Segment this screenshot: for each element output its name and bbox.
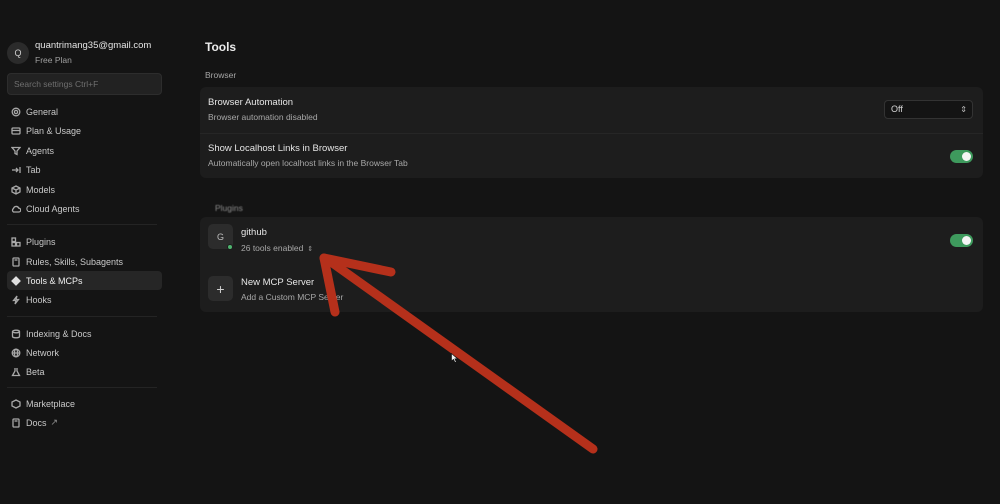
sidebar-item-label: Docs bbox=[26, 417, 47, 428]
sidebar-item-label: Tools & MCPs bbox=[26, 275, 83, 286]
sidebar-item-label: Indexing & Docs bbox=[26, 328, 92, 339]
settings-window: Q quantrimang35@gmail.com Free Plan Gene… bbox=[0, 0, 1000, 504]
server-name: github bbox=[241, 227, 267, 238]
sidebar-item-tab[interactable]: Tab bbox=[7, 160, 162, 179]
sidebar-item-tools-mcps[interactable]: Tools & MCPs bbox=[7, 271, 162, 290]
tools-icon bbox=[11, 275, 21, 286]
sidebar-item-plan-usage[interactable]: Plan & Usage bbox=[7, 121, 162, 140]
row-description: Add a Custom MCP Server bbox=[241, 292, 344, 302]
plugin-icon bbox=[11, 236, 21, 247]
sidebar-item-label: General bbox=[26, 106, 59, 117]
sidebar-item-label: Cloud Agents bbox=[26, 203, 80, 214]
sidebar-item-label: Agents bbox=[26, 145, 55, 156]
page-title: Tools bbox=[205, 40, 237, 54]
sidebar-item-label: Rules, Skills, Subagents bbox=[26, 256, 124, 267]
browser-automation-select[interactable]: Off ⇕ bbox=[884, 100, 973, 119]
server-toggle[interactable] bbox=[950, 234, 973, 247]
section-label-browser: Browser bbox=[205, 70, 237, 80]
row-description: Browser automation disabled bbox=[208, 112, 318, 122]
sidebar-item-agents[interactable]: Agents bbox=[7, 141, 162, 160]
localhost-links-toggle[interactable] bbox=[950, 150, 973, 163]
sidebar-item-docs[interactable]: Docs ↗ bbox=[7, 413, 162, 432]
cube-icon bbox=[11, 184, 21, 195]
chevron-up-down-icon: ⇕ bbox=[960, 105, 967, 114]
sidebar: Q quantrimang35@gmail.com Free Plan Gene… bbox=[0, 0, 170, 504]
card-icon bbox=[11, 126, 21, 136]
cloud-icon bbox=[11, 204, 21, 214]
row-title: New MCP Server bbox=[241, 277, 315, 288]
browser-automation-row: Browser Automation Browser automation di… bbox=[208, 97, 318, 123]
row-divider bbox=[200, 133, 983, 134]
mcp-server-row[interactable]: github 26 tools enabled ⇕ bbox=[241, 227, 313, 256]
toggle-knob bbox=[962, 152, 971, 161]
row-title: Browser Automation bbox=[208, 97, 294, 108]
browser-settings-card: Browser Automation Browser automation di… bbox=[200, 87, 983, 178]
sidebar-item-label: Plan & Usage bbox=[26, 125, 82, 136]
sidebar-item-label: Marketplace bbox=[26, 398, 76, 409]
book-icon bbox=[11, 256, 21, 267]
gear-icon bbox=[11, 107, 21, 117]
tools-enabled-dropdown[interactable]: 26 tools enabled ⇕ bbox=[241, 242, 313, 256]
database-icon bbox=[11, 329, 21, 339]
sidebar-item-rules[interactable]: Rules, Skills, Subagents bbox=[7, 252, 162, 271]
sidebar-item-models[interactable]: Models bbox=[7, 180, 162, 199]
row-description: Automatically open localhost links in th… bbox=[208, 158, 408, 168]
toggle-knob bbox=[962, 236, 971, 245]
sidebar-item-label: Models bbox=[26, 184, 56, 195]
flask-icon bbox=[11, 367, 21, 377]
account-info[interactable]: Q quantrimang35@gmail.com Free Plan bbox=[7, 40, 151, 66]
avatar: Q bbox=[7, 42, 29, 64]
tools-enabled-label: 26 tools enabled bbox=[241, 243, 304, 253]
localhost-links-row: Show Localhost Links in Browser Automati… bbox=[208, 143, 408, 169]
sidebar-item-label: Hooks bbox=[26, 294, 52, 305]
server-avatar-letter: G bbox=[216, 231, 224, 242]
mouse-cursor-icon bbox=[451, 353, 459, 363]
sidebar-divider bbox=[7, 387, 157, 388]
account-plan: Free Plan bbox=[35, 55, 72, 65]
sidebar-divider bbox=[7, 316, 157, 317]
globe-icon bbox=[11, 348, 21, 358]
new-mcp-server-row[interactable]: New MCP Server Add a Custom MCP Server bbox=[241, 277, 343, 303]
sidebar-item-marketplace[interactable]: Marketplace bbox=[7, 394, 162, 413]
search-settings-input[interactable] bbox=[7, 73, 162, 95]
sidebar-divider bbox=[7, 224, 157, 225]
hook-icon bbox=[11, 295, 21, 305]
section-label-mcp: Plugins bbox=[215, 203, 243, 213]
external-link-icon: ↗ bbox=[50, 417, 59, 427]
sidebar-item-plugins[interactable]: Plugins bbox=[7, 232, 162, 251]
tab-icon bbox=[11, 165, 21, 175]
row-title: Show Localhost Links in Browser bbox=[208, 143, 348, 154]
sidebar-item-label: Tab bbox=[26, 164, 41, 175]
sidebar-item-cloud-agents[interactable]: Cloud Agents bbox=[7, 199, 162, 218]
sidebar-item-indexing-docs[interactable]: Indexing & Docs bbox=[7, 324, 162, 343]
mcp-servers-card: G github 26 tools enabled ⇕ + New MCP Ser… bbox=[200, 217, 983, 312]
sidebar-item-label: Network bbox=[26, 347, 60, 358]
sidebar-item-label: Beta bbox=[26, 366, 45, 377]
select-value: Off bbox=[891, 104, 903, 114]
sidebar-item-label: Plugins bbox=[26, 236, 56, 247]
sidebar-item-general[interactable]: General bbox=[7, 102, 162, 121]
chevron-up-down-icon: ⇕ bbox=[307, 246, 314, 253]
status-dot-icon bbox=[227, 244, 233, 250]
sidebar-item-beta[interactable]: Beta bbox=[7, 362, 162, 381]
sidebar-item-hooks[interactable]: Hooks bbox=[7, 290, 162, 309]
marketplace-icon bbox=[11, 398, 21, 409]
sidebar-item-network[interactable]: Network bbox=[7, 343, 162, 362]
account-email: quantrimang35@gmail.com bbox=[35, 40, 152, 51]
agents-icon bbox=[11, 146, 21, 156]
plus-icon[interactable]: + bbox=[208, 276, 233, 301]
book-icon bbox=[11, 417, 21, 428]
